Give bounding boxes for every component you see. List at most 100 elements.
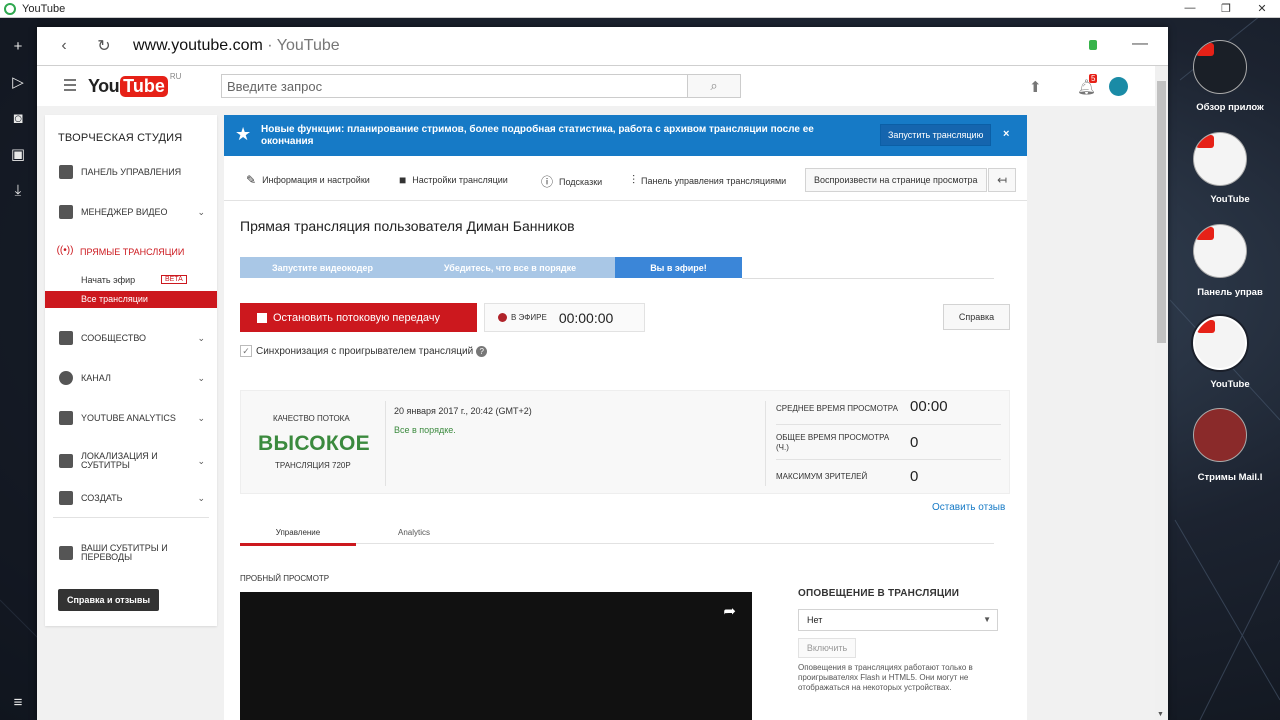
url-page-title: YouTube: [276, 37, 340, 54]
notification-select[interactable]: Нет ▼: [798, 609, 998, 631]
window-close-button[interactable]: ✕: [1244, 2, 1280, 15]
avatar[interactable]: [1109, 77, 1128, 96]
url-domain: www.youtube.com: [133, 37, 263, 54]
tile-youtube-1[interactable]: [1193, 132, 1253, 186]
camera-icon[interactable]: ◙: [9, 110, 27, 128]
help-feedback-button[interactable]: Справка и отзывы: [58, 589, 160, 611]
enable-button[interactable]: Включить: [798, 638, 856, 658]
search-input[interactable]: Введите запрос: [221, 74, 688, 98]
preview-label: ПРОБНЫЙ ПРОСМОТР: [240, 574, 330, 583]
sidebar-item-subtitles[interactable]: ВАШИ СУБТИТРЫ И ПЕРЕВОДЫ: [45, 539, 217, 567]
opera-app-icon: [4, 2, 16, 15]
stream-stats-panel: КАЧЕСТВО ПОТОКА ВЫСОКОЕ ТРАНСЛЯЦИЯ 720P …: [240, 390, 1010, 494]
chevron-down-icon: ⌄: [197, 372, 205, 383]
sidebar-item-create[interactable]: СОЗДАТЬ ⌄: [45, 487, 217, 509]
progress-steps: Запустите видеокодер Убедитесь, что все …: [240, 257, 742, 278]
sidebar-divider: [53, 517, 209, 518]
tile-mail-streams[interactable]: [1193, 408, 1253, 462]
leave-feedback-link[interactable]: Оставить отзыв: [932, 502, 1005, 513]
create-video-icon: [59, 491, 73, 505]
page-scrollbar[interactable]: ▼: [1155, 66, 1168, 720]
sync-checkbox[interactable]: ✓: [240, 345, 252, 357]
max-viewers-label: МАКСИМУМ ЗРИТЕЛЕЙ: [776, 472, 868, 481]
close-icon[interactable]: ×: [1003, 128, 1009, 140]
search-button[interactable]: ⌕: [687, 74, 741, 98]
scrollbar-thumb[interactable]: [1157, 81, 1166, 343]
sync-label: Синхронизация с проигрывателем трансляци…: [256, 345, 474, 357]
window-minimize-button[interactable]: —: [1172, 2, 1208, 15]
studio-page: ТВОРЧЕСКАЯ СТУДИЯ ПАНЕЛЬ УПРАВЛЕНИЯ МЕНЕ…: [37, 106, 1155, 720]
download-icon[interactable]: ⤓: [9, 182, 27, 200]
tile-label: Обзор прилож: [1196, 102, 1264, 113]
sidebar-item-community[interactable]: СООБЩЕСТВО ⌄: [45, 327, 217, 349]
tab-manage[interactable]: Управление: [240, 528, 356, 546]
upload-icon[interactable]: ⬆: [1029, 78, 1042, 96]
sync-option: ✓ Синхронизация с проигрывателем трансля…: [240, 345, 488, 357]
live-dot-icon: [498, 313, 507, 322]
tile-label: Стримы Mail.I: [1197, 472, 1263, 483]
tab-tips[interactable]: ⓘ Подсказки: [541, 173, 602, 190]
reload-icon[interactable]: ↻: [94, 36, 114, 56]
hamburger-menu-icon[interactable]: [64, 79, 76, 94]
stop-streaming-button[interactable]: Остановить потоковую передачу: [240, 303, 477, 332]
sidebar-item-dashboard[interactable]: ПАНЕЛЬ УПРАВЛЕНИЯ: [45, 161, 217, 183]
preview-video-player[interactable]: ➦: [240, 592, 752, 720]
back-icon[interactable]: ‹: [54, 37, 74, 55]
sidebar-item-label: ЛОКАЛИЗАЦИЯ И СУБТИТРЫ: [81, 451, 158, 470]
sidebar-subitem-start-stream[interactable]: Начать эфир: [81, 275, 135, 285]
sidebar-item-label: СОЗДАТЬ: [81, 493, 123, 503]
sidebar-item-video-manager[interactable]: МЕНЕДЖЕР ВИДЕО ⌄: [45, 201, 217, 223]
live-broadcast-icon: ((•)): [56, 245, 74, 256]
tile-app-overview[interactable]: [1193, 40, 1253, 94]
window-restore-button[interactable]: ❐: [1208, 2, 1244, 15]
plus-icon[interactable]: +: [9, 38, 27, 56]
sidebar-subitem-all-streams[interactable]: Все трансляции: [45, 291, 217, 308]
image-icon[interactable]: ▣: [9, 146, 27, 164]
health-status: Все в порядке.: [394, 425, 456, 435]
help-button[interactable]: Справка: [943, 304, 1010, 330]
notifications-note: Оповещения в трансляциях работают только…: [798, 663, 973, 692]
chevron-down-icon: ⌄: [197, 492, 205, 503]
tab-info-settings[interactable]: ✎ Информация и настройки: [246, 173, 370, 187]
menu-icon[interactable]: ≡: [9, 694, 27, 712]
total-watch-label: ОБЩЕЕ ВРЕМЯ ПРОСМОТРА (Ч.): [776, 433, 890, 452]
stop-icon: [257, 312, 267, 323]
studio-title[interactable]: ТВОРЧЕСКАЯ СТУДИЯ: [58, 132, 182, 144]
help-question-icon[interactable]: ?: [476, 345, 488, 357]
sidebar-item-channel[interactable]: КАНАЛ ⌄: [45, 367, 217, 389]
tile-thumbnail: [1193, 132, 1247, 186]
sidebar-item-localization[interactable]: ЛОКАЛИЗАЦИЯ И СУБТИТРЫ ⌄: [45, 447, 217, 475]
tab-control-panel[interactable]: ⫶ Панель управления трансляциями: [632, 173, 786, 188]
video-manager-icon: [59, 205, 73, 219]
sidebar-item-live-streams[interactable]: ((•)) ПРЯМЫЕ ТРАНСЛЯЦИИ: [45, 241, 217, 263]
management-tabs: Управление Analytics: [240, 523, 994, 546]
info-icon: ⓘ: [541, 175, 554, 189]
dropdown-arrow-icon: ▼: [983, 615, 991, 624]
play-icon[interactable]: ▷: [9, 74, 27, 92]
back-arrow-icon[interactable]: ↤: [988, 168, 1016, 192]
tile-control-panel[interactable]: [1193, 224, 1253, 278]
avg-watch-value: 00:00: [910, 398, 948, 415]
share-icon[interactable]: ➦: [723, 602, 736, 620]
minimize-icon[interactable]: —: [1132, 35, 1148, 53]
play-on-watch-page-button[interactable]: Воспроизвести на странице просмотра: [805, 168, 987, 192]
sidebar-item-analytics[interactable]: YOUTUBE ANALYTICS ⌄: [45, 407, 217, 429]
studio-sidebar: ТВОРЧЕСКАЯ СТУДИЯ ПАНЕЛЬ УПРАВЛЕНИЯ МЕНЕ…: [45, 115, 217, 626]
tab-label: Информация и настройки: [262, 175, 370, 185]
start-stream-button[interactable]: Запустить трансляцию: [880, 124, 992, 146]
tab-label: Настройки трансляции: [412, 175, 508, 185]
quality-label: КАЧЕСТВО ПОТОКА: [273, 414, 350, 423]
youtube-icon: [1196, 135, 1214, 148]
browser-sidebar: + ▷ ◙ ▣ ⤓ ≡: [0, 18, 37, 720]
window-title: YouTube: [22, 2, 66, 15]
total-watch-value: 0: [910, 434, 919, 451]
url-display[interactable]: www.youtube.com · YouTube: [133, 37, 340, 55]
stats-row-divider: [776, 459, 1001, 460]
tab-stream-settings[interactable]: ■ Настройки трансляции: [399, 173, 508, 187]
community-icon: [59, 331, 73, 345]
quality-value: ВЫСОКОЕ: [258, 432, 370, 455]
youtube-logo[interactable]: You Tube RU: [88, 72, 181, 97]
tile-youtube-2[interactable]: [1193, 316, 1253, 370]
tab-analytics[interactable]: Analytics: [367, 528, 461, 537]
scroll-down-icon[interactable]: ▼: [1157, 711, 1164, 718]
